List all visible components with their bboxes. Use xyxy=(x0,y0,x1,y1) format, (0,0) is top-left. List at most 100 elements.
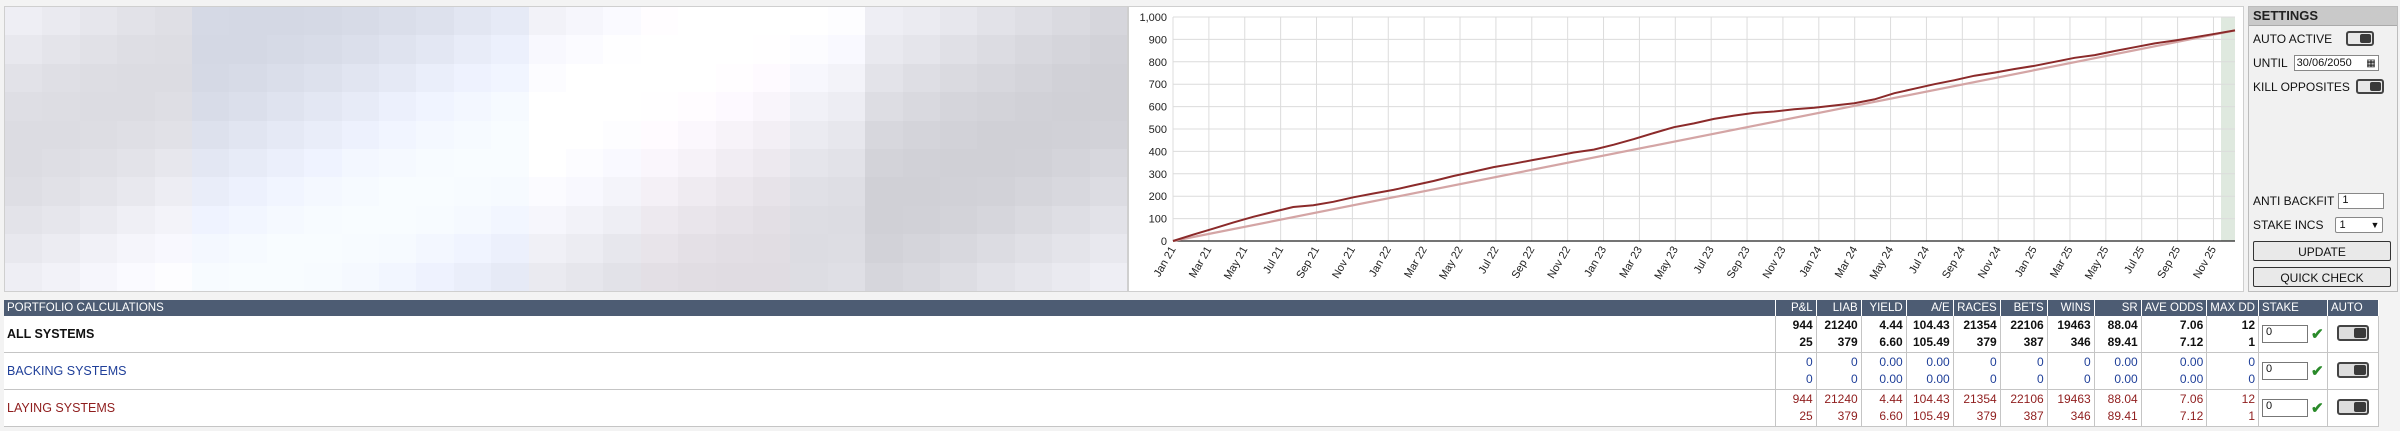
blur-tile xyxy=(79,120,119,150)
row-name[interactable]: BACKING SYSTEMS xyxy=(4,352,1776,390)
auto-toggle[interactable] xyxy=(2337,324,2369,341)
x-tick-label: Jan 21 xyxy=(1152,245,1179,280)
blur-tile xyxy=(1089,63,1127,94)
blur-tile xyxy=(379,92,418,122)
table-row-backing-systems: BACKING SYSTEMS 00 00 0.00 0.00 0.00 0.00 … xyxy=(4,352,2379,390)
blur-tile xyxy=(154,177,193,207)
kill-opposites-toggle[interactable] xyxy=(2355,79,2384,94)
cell-ae: 104.43 105.49 xyxy=(1906,316,1954,353)
until-row: UNTIL 30/06/2050 ▦ xyxy=(2253,55,2379,71)
blur-tile xyxy=(940,149,979,179)
auto-active-toggle[interactable] xyxy=(2346,31,2375,46)
blur-tile xyxy=(603,177,642,207)
blurred-preview-panel xyxy=(4,6,1128,292)
x-tick-label: Jan 23 xyxy=(1582,245,1609,280)
stake-input[interactable]: 0 xyxy=(2262,399,2308,417)
blur-tile xyxy=(1052,234,1091,264)
row-name[interactable]: LAYING SYSTEMS xyxy=(4,389,1776,427)
blur-tile xyxy=(528,120,567,150)
cell-pnl: 00 xyxy=(1775,352,1817,390)
x-tick-label: May 21 xyxy=(1222,245,1250,282)
blur-tile xyxy=(5,7,44,37)
blur-tile xyxy=(266,149,306,179)
x-tick-label: May 24 xyxy=(1868,245,1896,282)
x-tick-label: Jul 25 xyxy=(2122,245,2147,276)
auto-toggle[interactable] xyxy=(2337,398,2369,415)
y-tick-label: 900 xyxy=(1149,34,1167,46)
blur-tile xyxy=(229,35,268,65)
col-ave-odds: AVE ODDS xyxy=(2141,300,2208,316)
blur-tile xyxy=(1052,205,1091,236)
blur-tile xyxy=(266,92,306,122)
blur-tile xyxy=(229,177,268,207)
cell-races: 00 xyxy=(1953,352,2001,390)
stake-input[interactable]: 0 xyxy=(2262,325,2308,343)
check-icon[interactable]: ✔ xyxy=(2311,362,2324,380)
blur-tile xyxy=(640,63,680,94)
stake-incs-row: STAKE INCS 1 ▼ xyxy=(2253,217,2384,233)
blur-tile xyxy=(528,35,567,65)
blur-tile xyxy=(790,262,829,291)
blur-tile xyxy=(266,7,306,37)
blur-tile xyxy=(1089,205,1127,236)
anti-backfit-input[interactable]: 1 xyxy=(2338,193,2385,209)
blur-tile xyxy=(640,234,680,264)
cell-races: 21354 379 xyxy=(1953,316,2001,353)
blur-tile xyxy=(379,205,418,236)
calendar-icon[interactable]: ▦ xyxy=(2366,58,2375,69)
blur-tile xyxy=(229,63,268,94)
blur-tile xyxy=(1052,92,1091,122)
x-tick-label: Nov 22 xyxy=(1545,245,1573,281)
x-tick-label: Jan 22 xyxy=(1367,245,1394,280)
blur-tile xyxy=(79,262,119,291)
y-tick-label: 100 xyxy=(1149,214,1167,226)
blur-tile xyxy=(1052,262,1091,291)
blur-tile xyxy=(678,35,717,65)
cell-liab: 21240 379 xyxy=(1816,316,1862,353)
blur-tile xyxy=(753,149,792,179)
blur-tile xyxy=(42,234,81,264)
blur-tile xyxy=(416,262,455,291)
anti-backfit-row: ANTI BACKFIT 1 xyxy=(2253,193,2385,209)
blur-tile xyxy=(603,92,642,122)
cell-ae: 104.43 105.49 xyxy=(1906,389,1954,427)
x-tick-label: Sep 24 xyxy=(1940,245,1968,281)
anti-backfit-label: ANTI BACKFIT xyxy=(2253,194,2335,208)
blur-tile xyxy=(379,63,418,94)
blur-tile xyxy=(528,262,567,291)
blur-tile xyxy=(902,234,941,264)
cell-races: 21354 379 xyxy=(1953,389,2001,427)
auto-toggle[interactable] xyxy=(2337,361,2369,378)
blur-tile xyxy=(753,177,792,207)
blur-tile xyxy=(5,149,44,179)
check-icon[interactable]: ✔ xyxy=(2311,399,2324,417)
cell-stake: 0 ✔ xyxy=(2258,352,2328,390)
quick-check-button[interactable]: QUICK CHECK xyxy=(2253,267,2391,287)
until-date-input[interactable]: 30/06/2050 ▦ xyxy=(2293,55,2379,71)
stake-incs-select[interactable]: 1 ▼ xyxy=(2335,217,2384,233)
blur-tile xyxy=(528,92,567,122)
y-tick-label: 1,000 xyxy=(1139,12,1167,24)
blur-tile xyxy=(192,149,231,179)
blur-tile xyxy=(229,205,268,236)
blur-tile xyxy=(753,35,792,65)
blur-tile xyxy=(1014,92,1054,122)
blur-tile xyxy=(79,35,119,65)
blur-tile xyxy=(304,177,343,207)
blur-tile xyxy=(491,63,530,94)
blur-tile xyxy=(827,149,867,179)
update-button[interactable]: UPDATE xyxy=(2253,241,2391,261)
blur-tile xyxy=(1014,234,1054,264)
blur-tile xyxy=(640,205,680,236)
x-tick-label: Jul 23 xyxy=(1692,245,1717,276)
blur-tile xyxy=(678,205,717,236)
blur-tile xyxy=(192,177,231,207)
blur-tile xyxy=(566,177,605,207)
cell-wins: 19463 346 xyxy=(2047,316,2095,353)
blur-tile xyxy=(865,205,904,236)
x-tick-label: Mar 21 xyxy=(1187,245,1215,281)
stake-input[interactable]: 0 xyxy=(2262,362,2308,380)
blur-tile xyxy=(304,205,343,236)
blur-tile xyxy=(1014,7,1054,37)
check-icon[interactable]: ✔ xyxy=(2311,325,2324,343)
